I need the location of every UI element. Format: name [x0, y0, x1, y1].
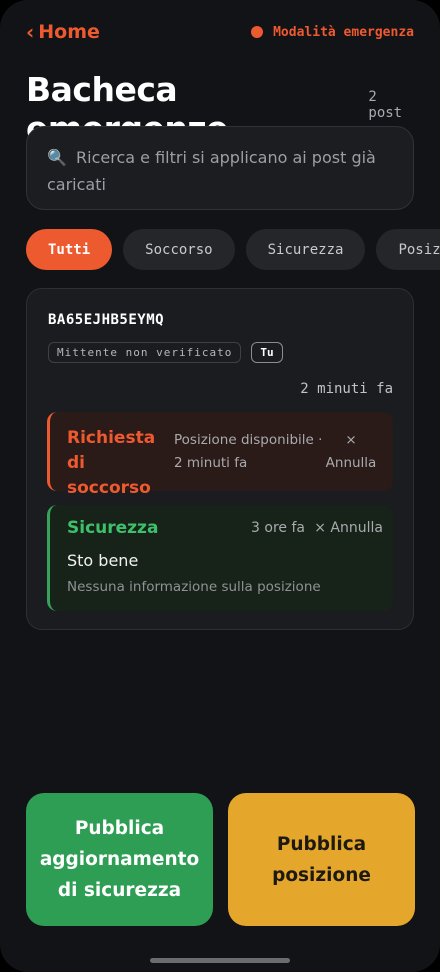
sender-id: BA65EJHB5EYMQ: [48, 312, 165, 328]
cancel-button[interactable]: × Annulla: [319, 429, 383, 475]
search-icon: 🔍: [47, 148, 67, 167]
entry-time: 3 ore fa: [251, 520, 305, 536]
entry-title: Richiesta di soccorso: [67, 428, 156, 498]
search-placeholder: Ricerca e filtri si applicano ai post gi…: [47, 148, 376, 194]
post-count: 2 post: [368, 89, 403, 121]
rescue-request-entry: Richiesta di soccorso Posizione disponib…: [47, 412, 393, 498]
unverified-badge: Mittente non verificato: [48, 342, 242, 363]
filter-chips: Tutti Soccorso Sicurezza Posizione: [26, 229, 440, 270]
filter-chip-position[interactable]: Posizione: [376, 229, 440, 270]
filter-chip-all[interactable]: Tutti: [26, 229, 113, 270]
mode-label: Modalità emergenza: [273, 24, 414, 40]
location-info: Nessuna informazione sulla posizione: [67, 579, 321, 595]
publish-position-button[interactable]: Pubblica posizione: [228, 793, 415, 926]
back-button[interactable]: ‹ Home: [26, 21, 100, 43]
chevron-left-icon: ‹: [26, 20, 35, 44]
post-card: BA65EJHB5EYMQ Mittente non verificato Tu…: [26, 288, 414, 630]
publish-safety-update-button[interactable]: Pubblica aggiornamento di sicurezza: [26, 793, 213, 926]
sender-badges: Mittente non verificato Tu: [48, 342, 283, 363]
status-dot-icon: [251, 26, 264, 38]
filter-chip-rescue[interactable]: Soccorso: [123, 229, 235, 270]
safety-status: Sto bene: [67, 551, 139, 570]
safety-entry: Sicurezza 3 ore fa × Annulla Sto bene Ne…: [47, 505, 393, 611]
cancel-button[interactable]: × Annulla: [314, 520, 383, 536]
post-timestamp: 2 minuti fa: [300, 381, 393, 397]
app-screen: ‹ Home Modalità emergenza Bacheca emerge…: [0, 0, 440, 972]
emergency-mode-indicator: Modalità emergenza: [251, 25, 414, 40]
entry-title: Sicurezza: [67, 518, 159, 538]
home-indicator[interactable]: [150, 958, 290, 963]
back-label: Home: [38, 21, 100, 43]
you-badge: Tu: [251, 342, 283, 363]
search-input[interactable]: 🔍 Ricerca e filtri si applicano ai post …: [26, 126, 414, 210]
filter-chip-safety[interactable]: Sicurezza: [245, 229, 366, 270]
entry-meta: Posizione disponibile · 2 minuti fa: [174, 432, 323, 471]
top-bar: ‹ Home Modalità emergenza: [26, 20, 414, 44]
